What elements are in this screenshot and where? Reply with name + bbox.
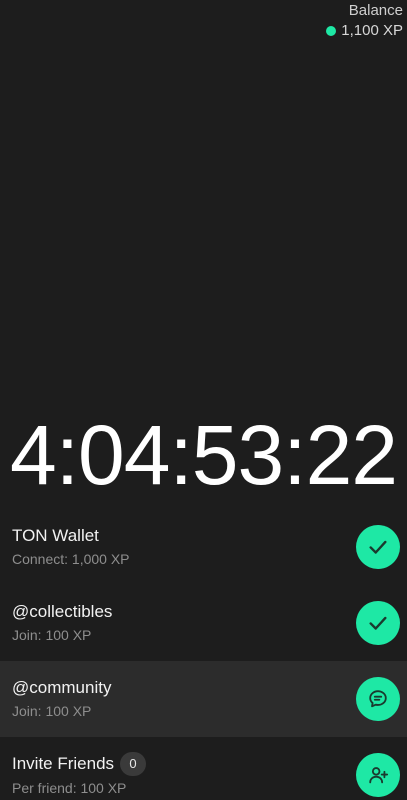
balance-value-row: 1,100 XP [326,20,403,42]
task-community[interactable]: @community Join: 100 XP [0,661,407,737]
collectibles-done-button[interactable] [356,601,400,645]
task-subtitle: Join: 100 XP [12,703,92,719]
task-title: @community [12,677,407,699]
check-icon [369,540,387,554]
task-subtitle: Connect: 1,000 XP [12,551,130,567]
task-title-text: @collectibles [12,602,113,621]
task-title: Invite Friends 0 [12,752,407,776]
app-screen: Balance 1,100 XP 4:04:53:22 TON Wallet C… [0,0,407,800]
task-subtitle: Join: 100 XP [12,627,92,643]
balance-label: Balance [348,2,403,19]
balance-panel: Balance 1,100 XP [326,2,403,42]
task-title: @collectibles [12,601,407,623]
task-subtitle: Per friend: 100 XP [12,780,127,796]
countdown-timer: 4:04:53:22 [9,408,398,502]
task-ton-wallet[interactable]: TON Wallet Connect: 1,000 XP [0,509,407,585]
task-title: TON Wallet [12,525,407,547]
invite-friends-button[interactable] [356,753,400,797]
check-icon [369,616,387,630]
ton-wallet-done-button[interactable] [356,525,400,569]
task-collectibles[interactable]: @collectibles Join: 100 XP [0,585,407,661]
task-invite-friends[interactable]: Invite Friends 0 Per friend: 100 XP [0,737,407,800]
task-title-text: @community [12,678,112,697]
task-title-text: Invite Friends [12,754,115,773]
balance-value: 1,100 XP [341,22,403,39]
friends-count-badge: 0 [120,752,147,776]
add-user-icon [369,767,389,784]
community-join-button[interactable] [356,677,400,721]
xp-dot-icon [326,26,337,36]
task-title-text: TON Wallet [12,526,99,545]
task-list: TON Wallet Connect: 1,000 XP @collectibl… [0,509,407,800]
chat-bubble-icon [369,690,387,708]
